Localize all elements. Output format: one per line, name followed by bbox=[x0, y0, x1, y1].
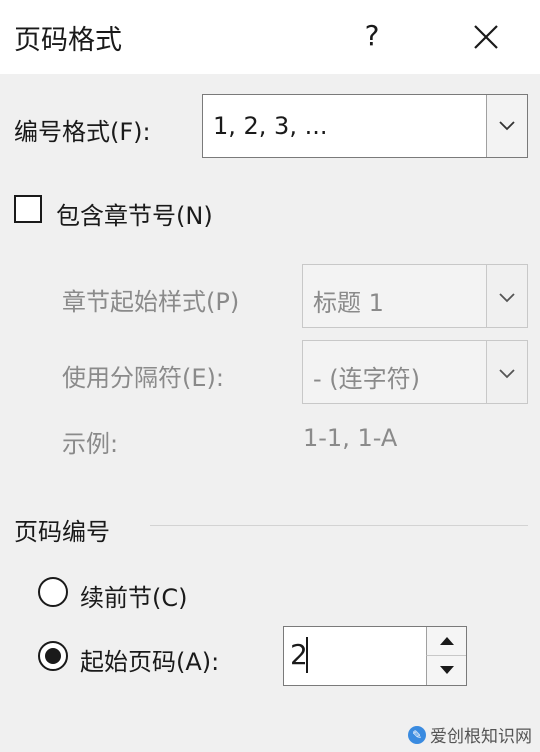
include-chapter-label[interactable]: 包含章节号(N) bbox=[56, 196, 213, 231]
chevron-down-icon bbox=[499, 293, 515, 303]
include-chapter-checkbox[interactable] bbox=[14, 195, 42, 223]
close-icon bbox=[474, 25, 498, 49]
start-at-label[interactable]: 起始页码(A): bbox=[80, 642, 219, 677]
number-format-dropdown-button[interactable] bbox=[486, 95, 527, 157]
separator-value: - (连字符) bbox=[313, 365, 421, 393]
triangle-up-icon bbox=[440, 637, 454, 645]
example-label: 示例: bbox=[62, 430, 119, 458]
text-caret bbox=[306, 637, 308, 673]
continue-radio[interactable] bbox=[38, 577, 68, 607]
dialog-title: 页码格式 bbox=[14, 25, 122, 56]
separator-label: 使用分隔符(E): bbox=[62, 364, 224, 392]
chevron-down-icon bbox=[499, 369, 515, 379]
chapter-style-select[interactable]: 标题 1 bbox=[302, 264, 528, 328]
watermark-text: 爱创根知识网 bbox=[430, 727, 532, 747]
close-button[interactable] bbox=[463, 14, 509, 60]
spin-down-button[interactable] bbox=[426, 656, 466, 685]
separator-dropdown-button[interactable] bbox=[486, 341, 527, 403]
watermark: ✎ 爱创根知识网 bbox=[408, 722, 532, 747]
triangle-down-icon bbox=[440, 666, 454, 674]
help-button[interactable]: ? bbox=[352, 10, 392, 62]
page-numbering-section-label: 页码编号 bbox=[14, 518, 110, 546]
title-bar: 页码格式 ? bbox=[0, 0, 540, 74]
spin-up-button[interactable] bbox=[426, 627, 466, 656]
watermark-logo-icon: ✎ bbox=[408, 725, 426, 744]
chapter-style-label: 章节起始样式(P) bbox=[62, 288, 240, 316]
separator-select[interactable]: - (连字符) bbox=[302, 340, 528, 404]
number-format-value: 1, 2, 3, ... bbox=[213, 112, 328, 140]
chapter-style-value: 标题 1 bbox=[313, 289, 384, 317]
chapter-style-dropdown-button[interactable] bbox=[486, 265, 527, 327]
start-at-spinner[interactable]: 2 bbox=[283, 626, 467, 686]
section-divider bbox=[150, 525, 528, 526]
continue-label[interactable]: 续前节(C) bbox=[80, 578, 187, 613]
chevron-down-icon bbox=[499, 121, 515, 131]
number-format-label: 编号格式(F): bbox=[14, 118, 151, 146]
example-value: 1-1, 1-A bbox=[303, 424, 398, 452]
radio-selected-dot bbox=[45, 648, 61, 664]
start-at-radio[interactable] bbox=[38, 641, 68, 671]
number-format-select[interactable]: 1, 2, 3, ... bbox=[202, 94, 528, 158]
